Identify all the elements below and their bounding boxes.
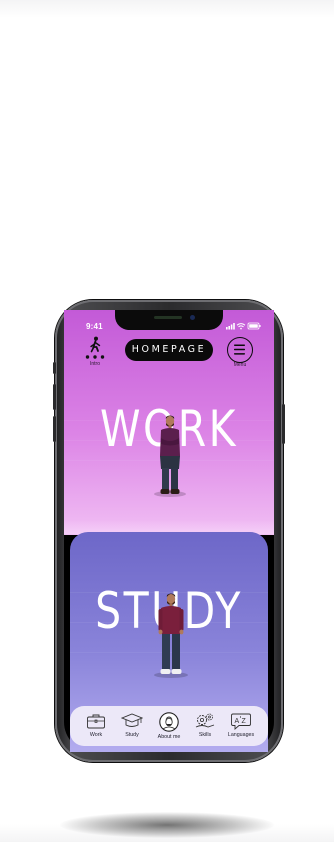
nav-item-skills[interactable]: Skills bbox=[188, 712, 222, 738]
status-time: 9:41 bbox=[86, 322, 103, 331]
nav-item-study[interactable]: Study bbox=[115, 712, 149, 738]
earpiece-speaker bbox=[154, 316, 182, 319]
hamburger-menu-icon bbox=[234, 344, 245, 355]
nav-item-work[interactable]: Work bbox=[79, 712, 113, 738]
nav-label-languages: Languages bbox=[227, 732, 255, 738]
nav-item-languages[interactable]: A Z Languages bbox=[224, 712, 258, 738]
briefcase-icon bbox=[87, 714, 105, 729]
walking-person-icon[interactable] bbox=[85, 336, 105, 360]
nav-label-study: Study bbox=[125, 732, 139, 738]
translate-icon: A Z bbox=[231, 713, 251, 730]
nav-item-about-me[interactable]: About me bbox=[152, 712, 186, 740]
nav-label-about-me: About me bbox=[157, 734, 181, 740]
phone-notch bbox=[115, 310, 223, 330]
nav-label-skills: Skills bbox=[198, 732, 212, 738]
power-button bbox=[282, 404, 285, 444]
status-indicators bbox=[226, 322, 261, 330]
svg-text:A: A bbox=[235, 718, 240, 725]
phone-floor-shadow bbox=[60, 812, 274, 838]
graduation-cap-icon bbox=[121, 713, 143, 727]
menu-label[interactable]: Menu bbox=[226, 362, 254, 368]
intro-label[interactable]: Intro bbox=[85, 361, 105, 367]
svg-text:Z: Z bbox=[242, 718, 247, 725]
mute-switch bbox=[53, 362, 56, 374]
gears-icon bbox=[195, 713, 215, 728]
avatar-icon bbox=[159, 712, 179, 732]
study-person-illustration bbox=[158, 593, 184, 674]
menu-button[interactable] bbox=[227, 337, 253, 363]
signal-icon bbox=[226, 323, 235, 330]
wifi-icon bbox=[236, 323, 246, 330]
volume-up-button bbox=[53, 384, 56, 410]
work-person-illustration bbox=[160, 415, 180, 494]
front-camera bbox=[190, 315, 195, 320]
page-title: HOMEPAGE bbox=[125, 339, 213, 361]
volume-down-button bbox=[53, 416, 56, 442]
battery-icon bbox=[247, 322, 261, 330]
nav-label-work: Work bbox=[89, 732, 103, 738]
